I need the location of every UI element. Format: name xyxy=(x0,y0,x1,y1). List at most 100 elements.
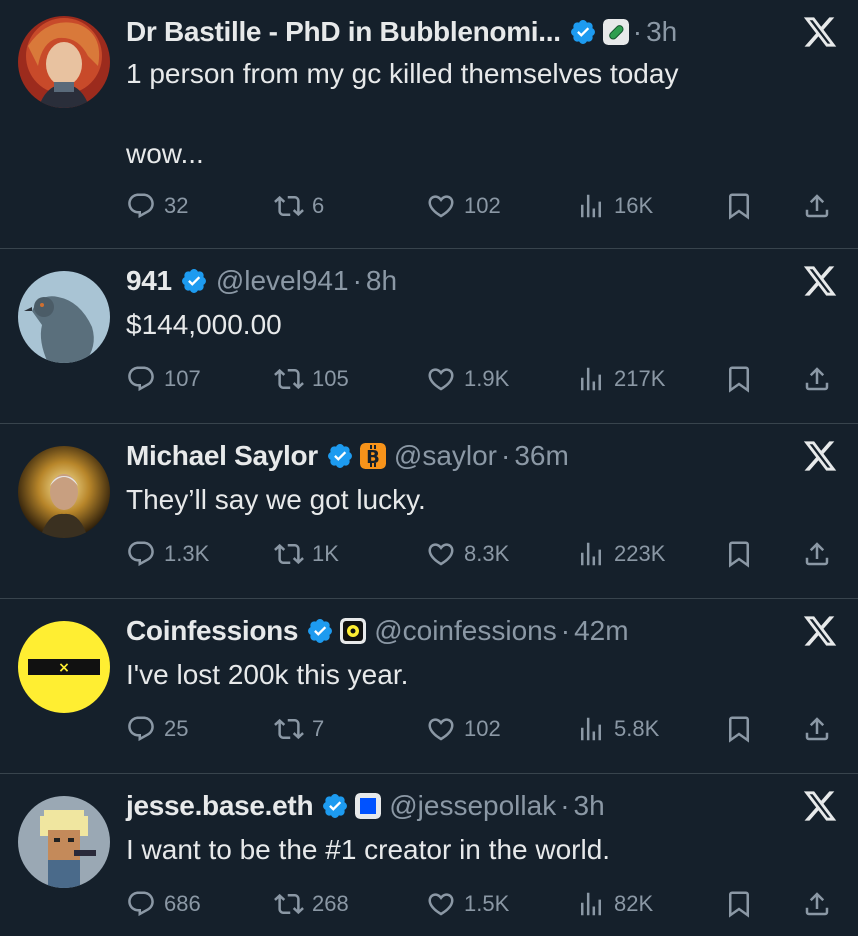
reply-button[interactable]: 32 xyxy=(126,186,188,226)
retweet-icon xyxy=(274,543,304,565)
view-count: 5.8K xyxy=(614,716,660,741)
heart-icon xyxy=(428,195,454,218)
reply-button[interactable]: 25 xyxy=(126,709,188,749)
views-button[interactable]: 217K xyxy=(576,359,665,399)
bookmark-button[interactable] xyxy=(724,709,754,749)
handle[interactable]: @coinfessions xyxy=(374,615,557,647)
retweet-count: 6 xyxy=(312,193,325,218)
retweet-button[interactable]: 7 xyxy=(274,709,324,749)
tweet-header: 941 @level941 · 8h xyxy=(126,261,778,301)
handle[interactable]: @saylor xyxy=(394,440,497,472)
timestamp[interactable]: 36m xyxy=(514,440,568,472)
reply-count: 686 xyxy=(164,891,201,916)
verified-badge-icon xyxy=(323,794,348,818)
retweet-count: 1K xyxy=(312,541,339,566)
like-button[interactable]: 8.3K xyxy=(426,534,509,574)
avatar[interactable] xyxy=(18,271,110,363)
tweet[interactable]: 941 @level941 · 8h $144,000.00 107 105 1… xyxy=(0,249,858,424)
retweet-button[interactable]: 1K xyxy=(274,534,339,574)
retweet-count: 105 xyxy=(312,366,349,391)
reply-count: 32 xyxy=(164,193,189,218)
tweet-text: $144,000.00 xyxy=(126,309,282,340)
views-icon xyxy=(581,892,601,916)
share-button[interactable] xyxy=(802,534,832,574)
views-button[interactable]: 223K xyxy=(576,534,665,574)
separator-dot: · xyxy=(560,615,571,646)
share-icon xyxy=(805,194,829,218)
action-bar: 107 105 1.9K 217K xyxy=(126,359,838,399)
avatar-mark: × xyxy=(58,660,70,676)
reply-button[interactable]: 107 xyxy=(126,359,201,399)
action-bar: 32 6 102 16K xyxy=(126,186,838,226)
avatar[interactable] xyxy=(18,446,110,538)
base-badge-icon xyxy=(355,793,382,819)
display-name[interactable]: Michael Saylor xyxy=(126,440,318,472)
like-count: 1.9K xyxy=(464,366,510,391)
share-button[interactable] xyxy=(802,359,832,399)
tweet[interactable]: × Coinfessions @coinfessions · 42m I've … xyxy=(0,599,858,774)
heart-icon xyxy=(428,543,454,566)
tweet[interactable]: Dr Bastille - PhD in Bubblenomi... · 3h … xyxy=(0,0,858,249)
like-button[interactable]: 1.5K xyxy=(426,884,509,924)
retweet-button[interactable]: 268 xyxy=(274,884,349,924)
reply-button[interactable]: 1.3K xyxy=(126,534,209,574)
handle[interactable]: @level941 xyxy=(216,265,349,297)
display-name[interactable]: Coinfessions xyxy=(126,615,299,647)
retweet-icon xyxy=(274,893,304,915)
display-name[interactable]: Dr Bastille - PhD in Bubblenomi... xyxy=(126,16,561,48)
verified-badge-icon xyxy=(181,269,206,293)
bookmark-button[interactable] xyxy=(724,186,754,226)
like-count: 102 xyxy=(464,716,501,741)
display-name[interactable]: 941 xyxy=(126,265,172,297)
reply-count: 107 xyxy=(164,366,201,391)
separator-dot: · xyxy=(560,790,570,821)
bookmark-icon xyxy=(729,193,749,220)
bookmark-icon xyxy=(729,541,749,568)
action-bar: 1.3K 1K 8.3K 223K xyxy=(126,534,838,574)
reply-button[interactable]: 686 xyxy=(126,884,201,924)
views-icon xyxy=(581,542,601,566)
bookmark-button[interactable] xyxy=(724,534,754,574)
tweet-text: I've lost 200k this year. xyxy=(126,659,409,690)
svg-text:B: B xyxy=(366,447,380,468)
verified-badge-icon xyxy=(308,619,333,643)
like-button[interactable]: 102 xyxy=(426,709,501,749)
pill-badge-icon xyxy=(602,19,629,45)
share-button[interactable] xyxy=(802,884,832,924)
views-button[interactable]: 82K xyxy=(576,884,653,924)
share-button[interactable] xyxy=(802,709,832,749)
handle[interactable]: @jessepollak xyxy=(389,790,556,822)
views-button[interactable]: 16K xyxy=(576,186,653,226)
tweet-text: They’ll say we got lucky. xyxy=(126,484,426,515)
bookmark-button[interactable] xyxy=(724,359,754,399)
avatar[interactable]: × xyxy=(18,621,110,713)
coinfessions-badge-icon xyxy=(340,618,367,644)
heart-icon xyxy=(428,368,454,391)
avatar[interactable] xyxy=(18,16,110,108)
views-icon xyxy=(581,194,601,218)
retweet-button[interactable]: 105 xyxy=(274,359,349,399)
separator-dot: · xyxy=(352,265,362,296)
timestamp[interactable]: 42m xyxy=(574,615,628,647)
share-button[interactable] xyxy=(802,186,832,226)
avatar[interactable] xyxy=(18,796,110,888)
retweet-icon xyxy=(274,368,304,390)
display-name[interactable]: jesse.base.eth xyxy=(126,790,314,822)
verified-badge-icon xyxy=(327,444,352,468)
x-logo-icon xyxy=(803,791,837,821)
view-count: 82K xyxy=(614,891,654,916)
retweet-button[interactable]: 6 xyxy=(274,186,324,226)
timestamp[interactable]: 8h xyxy=(366,265,397,297)
tweet[interactable]: jesse.base.eth @jessepollak · 3h I want … xyxy=(0,774,858,936)
tweet[interactable]: Michael Saylor B @saylor · 36m They’ll s… xyxy=(0,424,858,599)
share-icon xyxy=(805,892,829,916)
separator-dot: · xyxy=(632,16,643,47)
bookmark-button[interactable] xyxy=(724,884,754,924)
like-button[interactable]: 1.9K xyxy=(426,359,509,399)
timestamp[interactable]: 3h xyxy=(574,790,605,822)
x-logo-icon xyxy=(803,441,837,471)
timestamp[interactable]: 3h xyxy=(646,16,677,48)
views-button[interactable]: 5.8K xyxy=(576,709,659,749)
like-button[interactable]: 102 xyxy=(426,186,501,226)
tweet-header: Dr Bastille - PhD in Bubblenomi... · 3h xyxy=(126,12,778,52)
